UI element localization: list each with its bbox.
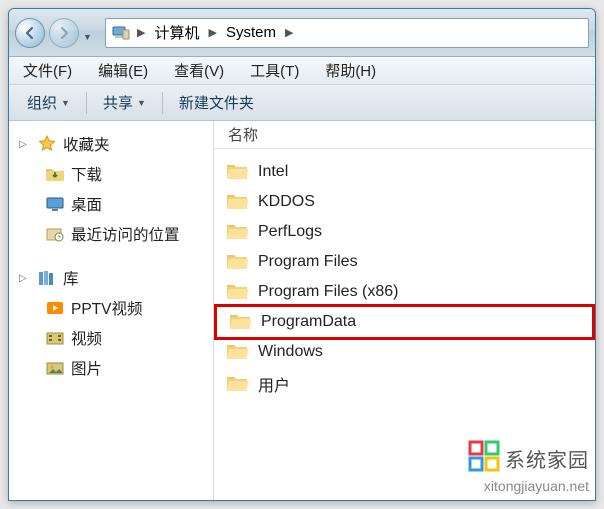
chevron-right-icon: ▶ — [134, 26, 148, 39]
folder-icon — [226, 252, 248, 272]
file-row[interactable]: Program Files — [214, 247, 595, 277]
sidebar-libraries-group: ▷ 库 PPTV视频 视频 — [11, 263, 211, 383]
file-name: PerfLogs — [258, 223, 322, 241]
toolbar-separator — [86, 92, 87, 114]
menu-file[interactable]: 文件(F) — [17, 58, 78, 83]
new-folder-label: 新建文件夹 — [179, 92, 254, 113]
sidebar-item-pictures[interactable]: 图片 — [11, 353, 211, 383]
collapse-icon: ▷ — [19, 273, 31, 284]
file-name: Windows — [258, 343, 323, 361]
sidebar: ▷ 收藏夹 下载 桌面 — [9, 121, 214, 500]
file-list: Intel KDDOS PerfLogs Program Files Program F… — [214, 149, 595, 409]
sidebar-favorites-group: ▷ 收藏夹 下载 桌面 — [11, 129, 211, 249]
star-icon — [37, 135, 57, 153]
sidebar-libraries-label: 库 — [63, 267, 79, 289]
pptv-icon — [45, 299, 65, 317]
file-row[interactable]: Intel — [214, 157, 595, 187]
chevron-down-icon: ▼ — [137, 98, 146, 108]
file-name: Program Files — [258, 253, 358, 271]
column-header-name[interactable]: 名称 — [214, 121, 595, 149]
sidebar-item-label: 最近访问的位置 — [71, 223, 180, 245]
sidebar-item-downloads[interactable]: 下载 — [11, 159, 211, 189]
menu-tools[interactable]: 工具(T) — [244, 58, 305, 83]
file-row[interactable]: Windows — [214, 337, 595, 367]
new-folder-button[interactable]: 新建文件夹 — [171, 89, 262, 116]
sidebar-item-desktop[interactable]: 桌面 — [11, 189, 211, 219]
sidebar-item-recent[interactable]: 最近访问的位置 — [11, 219, 211, 249]
sidebar-item-label: 下载 — [71, 163, 102, 185]
breadcrumb-segment[interactable]: System — [224, 24, 278, 41]
sidebar-item-label: 视频 — [71, 327, 102, 349]
videos-icon — [45, 329, 65, 347]
file-name: Intel — [258, 163, 288, 181]
sidebar-favorites-label: 收藏夹 — [63, 133, 110, 155]
column-header-label: 名称 — [228, 124, 258, 145]
sidebar-libraries-header[interactable]: ▷ 库 — [11, 263, 211, 293]
file-name: KDDOS — [258, 193, 315, 211]
explorer-window: ▼ ▶ 计算机 ▶ System ▶ 文件(F) 编辑(E) 查看(V) 工具(… — [8, 8, 596, 501]
menu-help[interactable]: 帮助(H) — [319, 58, 382, 83]
toolbar: 组织 ▼ 共享 ▼ 新建文件夹 — [9, 85, 595, 121]
sidebar-item-videos[interactable]: 视频 — [11, 323, 211, 353]
sidebar-item-pptv[interactable]: PPTV视频 — [11, 293, 211, 323]
collapse-icon: ▷ — [19, 139, 31, 150]
file-row[interactable]: 用户 — [214, 367, 595, 401]
file-name: Program Files (x86) — [258, 283, 398, 301]
folder-icon — [226, 222, 248, 242]
toolbar-separator — [162, 92, 163, 114]
file-row[interactable]: ProgramData — [214, 304, 595, 340]
address-bar[interactable]: ▶ 计算机 ▶ System ▶ — [105, 18, 589, 48]
folder-icon — [226, 282, 248, 302]
folder-icon — [226, 374, 248, 394]
nav-history-dropdown[interactable]: ▼ — [83, 32, 97, 42]
back-button[interactable] — [15, 18, 45, 48]
file-row[interactable]: PerfLogs — [214, 217, 595, 247]
computer-icon — [112, 24, 130, 42]
organize-button[interactable]: 组织 ▼ — [19, 89, 78, 116]
desktop-icon — [45, 195, 65, 213]
share-button[interactable]: 共享 ▼ — [95, 89, 154, 116]
file-row[interactable]: Program Files (x86) — [214, 277, 595, 307]
share-label: 共享 — [103, 92, 133, 113]
folder-icon — [226, 192, 248, 212]
menu-edit[interactable]: 编辑(E) — [92, 58, 154, 83]
file-row[interactable]: KDDOS — [214, 187, 595, 217]
downloads-icon — [45, 165, 65, 183]
sidebar-item-label: PPTV视频 — [71, 297, 142, 319]
file-name: 用户 — [258, 372, 290, 396]
nav-buttons: ▼ — [15, 18, 97, 48]
menubar: 文件(F) 编辑(E) 查看(V) 工具(T) 帮助(H) — [9, 57, 595, 85]
sidebar-favorites-header[interactable]: ▷ 收藏夹 — [11, 129, 211, 159]
pictures-icon — [45, 359, 65, 377]
sidebar-item-label: 桌面 — [71, 193, 102, 215]
file-name: ProgramData — [261, 313, 356, 331]
breadcrumb-root[interactable]: 计算机 — [152, 22, 201, 43]
organize-label: 组织 — [27, 92, 57, 113]
recent-icon — [45, 225, 65, 243]
folder-icon — [229, 312, 251, 332]
content-pane: 名称 Intel KDDOS PerfLogs Program Files Progra… — [214, 121, 595, 500]
libraries-icon — [37, 269, 57, 287]
sidebar-item-label: 图片 — [71, 357, 102, 379]
folder-icon — [226, 342, 248, 362]
menu-view[interactable]: 查看(V) — [168, 58, 230, 83]
folder-icon — [226, 162, 248, 182]
titlebar: ▼ ▶ 计算机 ▶ System ▶ — [9, 9, 595, 57]
chevron-down-icon: ▼ — [61, 98, 70, 108]
chevron-right-icon: ▶ — [282, 26, 296, 39]
chevron-right-icon: ▶ — [205, 26, 219, 39]
forward-button[interactable] — [49, 18, 79, 48]
body: ▷ 收藏夹 下载 桌面 — [9, 121, 595, 500]
